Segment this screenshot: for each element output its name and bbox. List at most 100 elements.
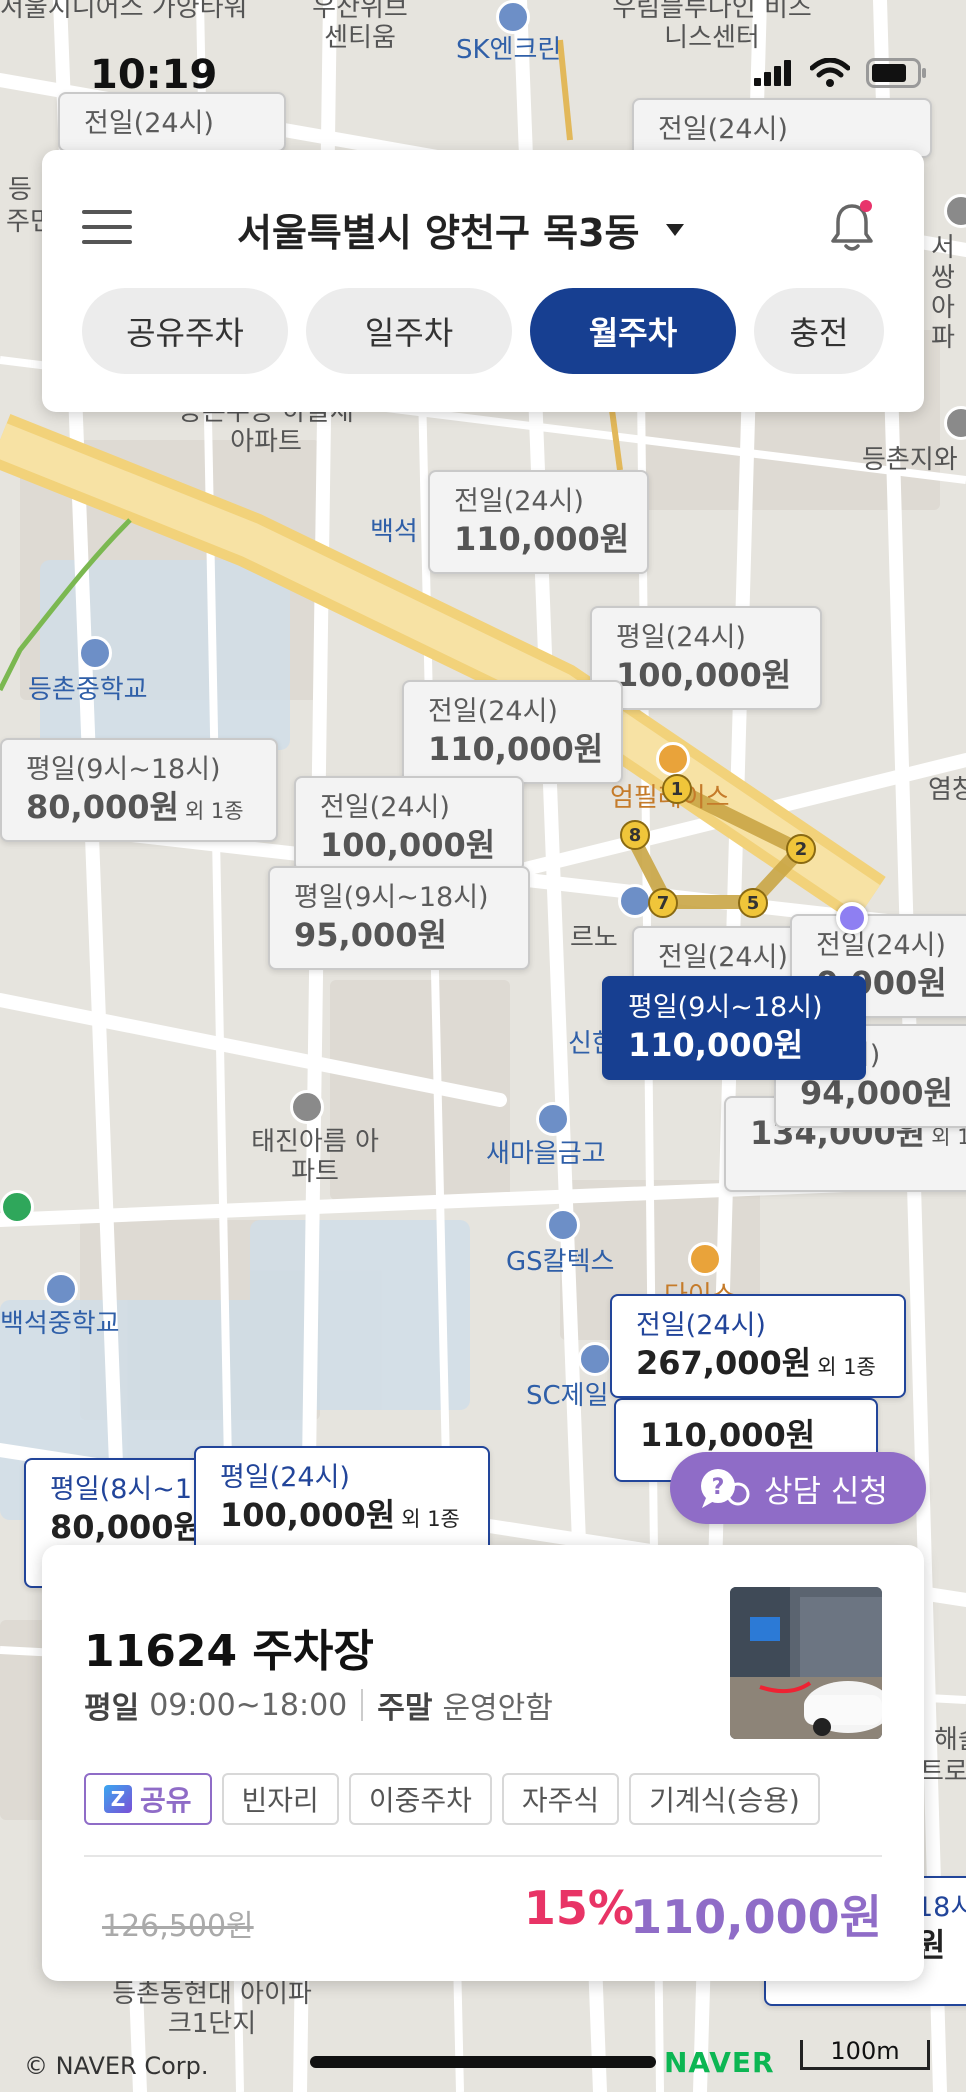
price-marker[interactable]: 전일(24시) 110,000원 [428, 470, 650, 574]
poi-label: SC제일 [526, 1381, 609, 1411]
marker-type: 평일(9시~18시) [628, 992, 823, 1023]
price-marker-selected[interactable]: 평일(9시~18시) 110,000원 [602, 976, 866, 1080]
consult-request-button[interactable]: ? 상담 신청 [670, 1452, 926, 1524]
poi-label: 등 [8, 175, 32, 205]
tag: 자주식 [501, 1773, 620, 1825]
home-indicator[interactable] [310, 2056, 656, 2068]
exit-icon [0, 1190, 34, 1224]
marker-price: 100,000원 [220, 1496, 396, 1535]
parking-type-tabs: 공유주차 일주차 월주차 충전 [82, 288, 884, 374]
poi-label: 서쌍 아파 [931, 233, 955, 353]
marker-extra: 외 1종 [817, 1355, 876, 1380]
parking-detail-card[interactable]: 11624 주차장 평일 09:00~18:00 주말 운영안함 Z 공유 빈자… [42, 1545, 924, 1981]
marker-type: 전일(24시) [816, 930, 946, 961]
tag: 빈자리 [221, 1773, 339, 1825]
bell-icon[interactable] [828, 198, 876, 254]
marker-price: 100,000원 [616, 656, 792, 695]
cafe-icon [656, 742, 690, 776]
battery-icon [866, 58, 926, 88]
marker-price: 110,000원 [428, 730, 604, 769]
poi-label: 르노 [570, 923, 618, 953]
poi-label: 염창 [928, 775, 966, 805]
marker-type: 평일(9시~18시) [26, 754, 221, 785]
poi-label: 백석 [370, 517, 418, 547]
tab-monthly-parking[interactable]: 월주차 [530, 288, 736, 374]
poi-label: GS칼텍스 [506, 1247, 615, 1277]
weekend-hours: 운영안함 [442, 1691, 553, 1726]
naver-logo: NAVER [664, 2046, 775, 2079]
chat-question-icon: ? [701, 1469, 750, 1508]
tab-charging[interactable]: 충전 [754, 288, 884, 374]
status-bar: 10:19 [0, 0, 966, 100]
price-marker[interactable]: 전일(24시) 100,000원 [294, 776, 524, 872]
poi-label: 백석중학교 [0, 1309, 120, 1339]
parking-name: 11624 주차장 [84, 1626, 374, 1677]
poi-label: 등촌지와 [862, 445, 958, 475]
poi-label: 등촌동현대 아이파크1단지 [112, 1979, 312, 2039]
parking-photo[interactable] [730, 1587, 882, 1739]
price-marker[interactable]: 평일(9시~18시) 95,000원 [268, 866, 530, 970]
gas-station-icon [546, 1208, 580, 1242]
price-marker[interactable]: 전일(24시) 267,000원 외 1종 [610, 1294, 906, 1398]
shop-icon [688, 1242, 722, 1276]
price-marker[interactable]: 평일(9시~18시) 80,000원 외 1종 [0, 738, 278, 842]
current-location-dot [836, 902, 868, 934]
map-scale: 100m [800, 2039, 930, 2070]
tag-share: Z 공유 [84, 1773, 212, 1825]
marker-price: 80,000원 [50, 1508, 203, 1547]
weekday-hours: 09:00~18:00 [149, 1687, 348, 1723]
bank-icon [536, 1102, 570, 1136]
price-marker[interactable]: 평일(24시) 100,000원 [590, 606, 822, 710]
marker-type: 전일(24시) [658, 114, 788, 145]
marker-type: 전일(24시) [454, 486, 584, 517]
marker-type: 전일(24시) [636, 1310, 766, 1341]
school-icon [78, 636, 112, 670]
price-marker[interactable]: 전일(24시) 110,000원 [402, 680, 624, 784]
marker-type: 전일(24시) [428, 696, 558, 727]
tag: 이중주차 [348, 1773, 492, 1825]
location-selector[interactable]: 서울특별시 양천구 목3동 [237, 202, 684, 257]
weekday-label: 평일 [84, 1691, 140, 1726]
caret-down-icon [665, 223, 684, 236]
marker-price: 95,000원 [294, 916, 447, 955]
marker-extra: 외 1 [931, 1125, 966, 1149]
signal-icon [754, 60, 791, 86]
original-price: 126,500원 [102, 1909, 254, 1944]
wifi-icon [810, 58, 850, 87]
marker-type: 전일(24시) [320, 792, 450, 823]
poi-label: 트로 [920, 1757, 966, 1787]
marker-price: 110,000원 [628, 1026, 804, 1065]
final-price: 110,000원 [630, 1890, 882, 1944]
school-icon [44, 1272, 78, 1306]
location-header-card: 서울특별시 양천구 목3동 공유주차 일주차 월주차 충전 [42, 150, 924, 412]
map-copyright: © NAVER Corp. [24, 2052, 209, 2080]
consult-label: 상담 신청 [764, 1473, 888, 1510]
tab-shared-parking[interactable]: 공유주차 [82, 288, 288, 374]
apartment-icon [290, 1090, 324, 1124]
zoomansa-logo-icon: Z [104, 1785, 132, 1813]
marker-type: 평일(9시~18시) [294, 882, 489, 913]
route-point: 8 [620, 820, 650, 850]
divider [84, 1855, 882, 1857]
marker-type: 평일(8시~1 [50, 1474, 193, 1505]
menu-icon[interactable] [82, 210, 132, 246]
route-point: 2 [786, 834, 816, 864]
price-marker[interactable]: 전일(24시) [58, 92, 286, 153]
bank-icon [578, 1342, 612, 1376]
marker-extra: 외 1종 [401, 1507, 460, 1532]
svg-text:?: ? [712, 1475, 725, 1500]
tab-daily-parking[interactable]: 일주차 [306, 288, 512, 374]
parking-photo-image [730, 1587, 882, 1739]
marker-price: 267,000원 [636, 1344, 812, 1383]
poi-label: 해솔 [934, 1725, 966, 1755]
poi-label: 등촌중학교 [28, 675, 148, 705]
status-time: 10:19 [90, 52, 218, 98]
feature-tags: Z 공유 빈자리 이중주차 자주식 기계식(승용) [84, 1773, 820, 1825]
poi-label: 태진아름 아파트 [251, 1127, 379, 1187]
car-dealer-icon [618, 884, 652, 918]
marker-price: 110,000원 [640, 1416, 816, 1454]
marker-price: 80,000원 [26, 788, 179, 827]
marker-type: 평일(24시) [616, 622, 746, 653]
location-label: 서울특별시 양천구 목3동 [237, 211, 640, 255]
tag: 기계식(승용) [629, 1773, 820, 1825]
